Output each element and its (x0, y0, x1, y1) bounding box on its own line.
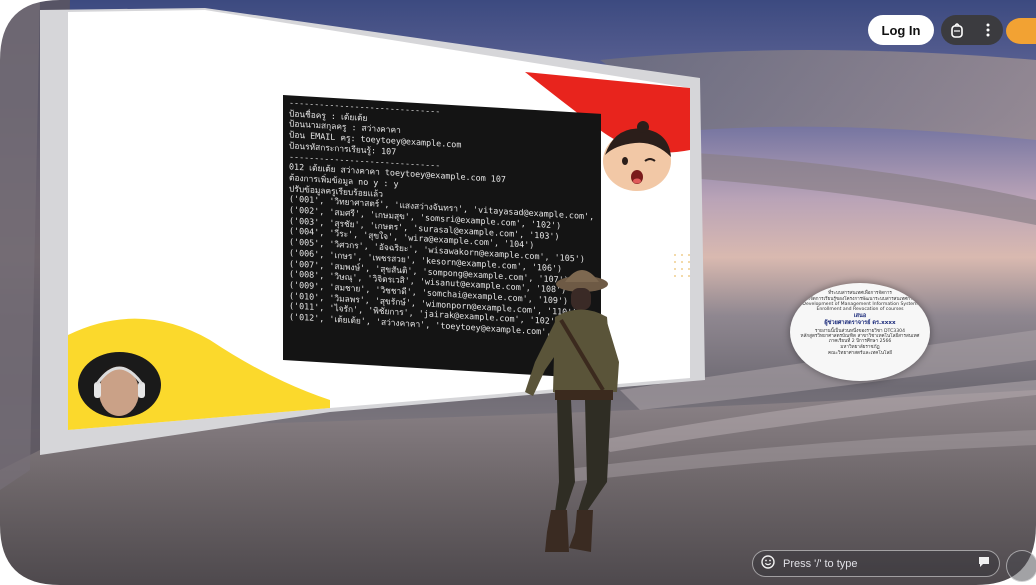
cartoon-avatar-icon (595, 121, 677, 193)
chat-bubble-icon[interactable] (977, 554, 991, 573)
board-line: ผู้ช่วยศาสตราจารย์ ดร.xxxx (824, 320, 896, 326)
more-vertical-icon[interactable] (976, 18, 1000, 42)
board-line: เสนอ (853, 313, 867, 319)
backpack-icon[interactable] (945, 18, 969, 42)
emoji-icon[interactable] (761, 554, 775, 573)
webcam-avatar[interactable] (78, 352, 161, 418)
board-line: Enrollment and Revocation of courses (816, 307, 904, 312)
board-line: ที่ระบบสารสนเทศเพื่อการจัดการ (828, 291, 892, 296)
3d-scene[interactable]: ------------------------------ ป้อนชื่อคร… (0, 0, 1036, 585)
chat-input[interactable] (781, 556, 977, 571)
chat-bar (752, 550, 1000, 577)
toolbar-pill (941, 15, 1003, 45)
chat-toggle-button[interactable] (1006, 550, 1036, 582)
board-line: คณะวิทยาศาสตร์และเทคโนโลยี (828, 351, 892, 356)
board-line: มหาวิทยาลัยราชภัฏ (840, 345, 880, 350)
player-character[interactable] (495, 262, 625, 562)
document-board[interactable]: ที่ระบบสารสนเทศเพื่อการจัดการ ระบบการจัดก… (790, 283, 930, 381)
board-line: ภาคเรียนที่ 2 ปีการศึกษา 2566 (828, 339, 892, 344)
login-button[interactable]: Log In (868, 15, 934, 45)
user-avatar[interactable] (1006, 18, 1036, 44)
